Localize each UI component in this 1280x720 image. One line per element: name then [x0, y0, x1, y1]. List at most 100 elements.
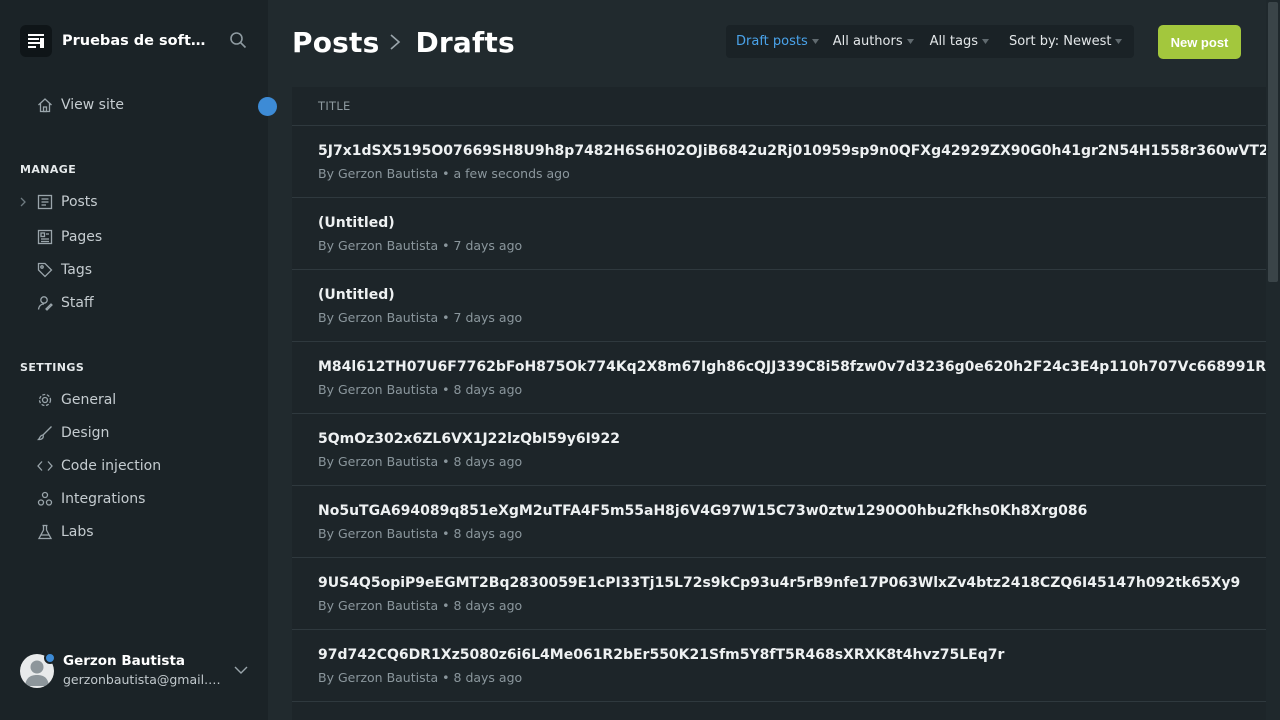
posts-table: TITLE 5J7x1dSX5195O07669SH8U9h8p7482H6S6…	[292, 87, 1266, 720]
chevron-right-icon	[389, 32, 405, 52]
post-time: a few seconds ago	[453, 166, 570, 181]
post-title: (Untitled)	[318, 215, 395, 231]
post-meta: By Gerzon Bautista • 8 days ago	[318, 526, 523, 541]
table-row[interactable]: 97d742CQ6DR1Xz5080z6i6L4Me061R2bEr550K21…	[292, 630, 1266, 702]
post-meta: By Gerzon Bautista • 8 days ago	[318, 670, 523, 685]
sidebar-item-tags[interactable]: Tags	[36, 259, 92, 281]
posts-expand-icon[interactable]	[20, 191, 30, 213]
integrations-icon	[36, 490, 54, 508]
sidebar-item-code-injection[interactable]: Code injection	[36, 455, 161, 477]
sidebar-item-label: Pages	[61, 229, 103, 245]
filter-bar: Draft posts All authors All tags Sort by…	[726, 25, 1134, 58]
post-author: By Gerzon Bautista	[318, 526, 439, 541]
column-title-header: TITLE	[318, 99, 351, 113]
sidebar-item-label: Code injection	[61, 458, 162, 474]
post-time: 7 days ago	[453, 238, 523, 253]
chevron-down-icon	[906, 39, 914, 44]
post-meta: By Gerzon Bautista • a few seconds ago	[318, 166, 570, 181]
sidebar-item-label: Integrations	[61, 491, 146, 507]
sidebar: Pruebas de software View site MANAGE Pos…	[0, 0, 277, 720]
post-time: 8 days ago	[453, 382, 523, 397]
status-badge	[44, 652, 56, 664]
post-title: 97d742CQ6DR1Xz5080z6i6L4Me061R2bEr550K21…	[318, 647, 1005, 663]
post-meta: By Gerzon Bautista • 8 days ago	[318, 382, 523, 397]
table-row[interactable]: No5uTGA694089q851eXgM2uTFA4F5m55aH8j6V4G…	[292, 486, 1266, 558]
post-author: By Gerzon Bautista	[318, 382, 439, 397]
chevron-down-icon[interactable]	[233, 662, 249, 678]
type-filter-dropdown[interactable]: Draft posts	[726, 25, 819, 58]
table-row[interactable]: 9US4Q5opiP9eEGMT2Bq2830059E1cPI33Tj15L72…	[292, 558, 1266, 630]
new-post-button[interactable]: New post	[1158, 25, 1241, 59]
chevron-down-icon	[1115, 39, 1123, 44]
table-row[interactable]: (Untitled) By Gerzon Bautista • 7 days a…	[292, 198, 1266, 270]
flask-icon	[36, 523, 54, 541]
sidebar-item-staff[interactable]: Staff	[36, 292, 94, 314]
view-site-link[interactable]: View site	[36, 94, 124, 116]
manage-section-title: MANAGE	[20, 163, 77, 176]
search-icon[interactable]	[229, 31, 249, 51]
tag-icon	[36, 261, 54, 279]
post-time: 8 days ago	[453, 526, 523, 541]
tag-filter-label: All tags	[929, 34, 978, 49]
author-filter-label: All authors	[832, 34, 903, 49]
post-meta: By Gerzon Bautista • 7 days ago	[318, 310, 523, 325]
post-author: By Gerzon Bautista	[318, 454, 439, 469]
sidebar-item-design[interactable]: Design	[36, 422, 109, 444]
sidebar-item-label: General	[61, 392, 117, 408]
tag-filter-dropdown[interactable]: All tags	[914, 25, 989, 58]
post-meta: By Gerzon Bautista • 8 days ago	[318, 598, 523, 613]
post-meta: By Gerzon Bautista • 7 days ago	[318, 238, 523, 253]
post-author: By Gerzon Bautista	[318, 238, 439, 253]
table-row[interactable]: 5J7x1dSX5195O07669SH8U9h8p7482H6S6H02OJi…	[292, 126, 1266, 198]
sidebar-item-labs[interactable]: Labs	[36, 521, 94, 543]
notification-dot[interactable]	[258, 97, 277, 116]
breadcrumb-posts-link[interactable]: Posts	[292, 26, 379, 59]
site-title: Pruebas de software	[62, 33, 218, 49]
user-menu[interactable]: Gerzon Bautista gerzonbautista@gmail.com	[20, 652, 252, 690]
sidebar-item-integrations[interactable]: Integrations	[36, 488, 145, 510]
post-time: 8 days ago	[453, 598, 523, 613]
pages-icon	[36, 228, 54, 246]
post-time: 8 days ago	[453, 454, 523, 469]
sidebar-item-pages[interactable]: Pages	[36, 226, 102, 248]
type-filter-label: Draft posts	[736, 34, 808, 49]
user-name: Gerzon Bautista	[63, 653, 186, 669]
gear-icon	[36, 391, 54, 409]
post-time: 7 days ago	[453, 310, 523, 325]
staff-icon	[36, 294, 54, 312]
sidebar-item-label: Posts	[61, 194, 98, 210]
sidebar-item-posts[interactable]: Posts	[36, 191, 98, 213]
post-title: No5uTGA694089q851eXgM2uTFA4F5m55aH8j6V4G…	[318, 503, 1088, 519]
sidebar-item-label: Tags	[61, 262, 92, 278]
post-author: By Gerzon Bautista	[318, 670, 439, 685]
post-author: By Gerzon Bautista	[318, 310, 439, 325]
code-icon	[36, 457, 54, 475]
author-filter-dropdown[interactable]: All authors	[819, 25, 914, 58]
sidebar-item-label: Labs	[61, 524, 94, 540]
table-row[interactable]: (Untitled) By Gerzon Bautista • 7 days a…	[292, 270, 1266, 342]
table-row[interactable]: 5QmOz302x6ZL6VX1J22lzQbI59y6I922 By Gerz…	[292, 414, 1266, 486]
sort-dropdown[interactable]: Sort by: Newest	[989, 25, 1123, 58]
table-row[interactable]: M84l612TH07U6F7762bFoH875Ok774Kq2X8m67Ig…	[292, 342, 1266, 414]
post-author: By Gerzon Bautista	[318, 598, 439, 613]
page-title: Drafts	[415, 25, 515, 59]
chevron-down-icon	[981, 39, 989, 44]
post-title: 5J7x1dSX5195O07669SH8U9h8p7482H6S6H02OJi…	[318, 143, 1266, 159]
post-title: 9US4Q5opiP9eEGMT2Bq2830059E1cPI33Tj15L72…	[318, 575, 1241, 591]
sort-label: Sort by: Newest	[1008, 34, 1112, 49]
home-icon	[36, 96, 54, 114]
post-meta: By Gerzon Bautista • 8 days ago	[318, 454, 523, 469]
settings-section-title: SETTINGS	[20, 361, 85, 374]
post-author: By Gerzon Bautista	[318, 166, 439, 181]
brush-icon	[36, 424, 54, 442]
post-title: (Untitled)	[318, 287, 395, 303]
brand[interactable]: Pruebas de software	[20, 25, 250, 57]
scrollbar-thumb[interactable]	[1268, 2, 1278, 282]
post-title: M84l612TH07U6F7762bFoH875Ok774Kq2X8m67Ig…	[318, 359, 1266, 375]
chevron-down-icon	[811, 39, 819, 44]
site-logo-icon	[20, 25, 52, 57]
sidebar-item-general[interactable]: General	[36, 389, 116, 411]
breadcrumb: Posts Drafts	[292, 22, 515, 62]
view-site-label: View site	[61, 97, 124, 113]
user-email: gerzonbautista@gmail.com	[63, 672, 221, 687]
